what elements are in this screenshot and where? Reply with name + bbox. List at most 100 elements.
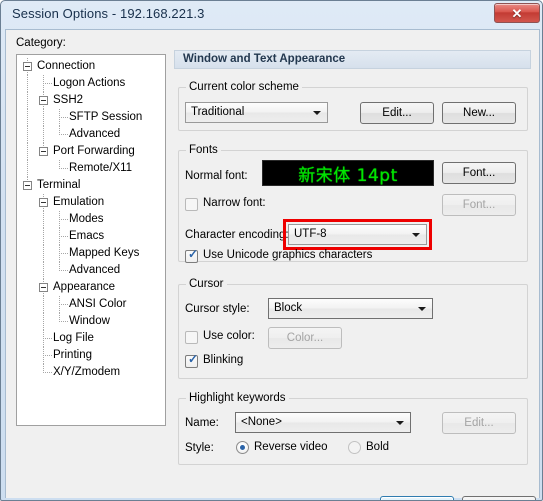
tree-guide-line [43, 355, 52, 356]
sidebar-item-advanced[interactable]: Advanced [17, 262, 165, 279]
character-encoding-select[interactable]: UTF-8 [288, 224, 427, 245]
sidebar-item-label: Emacs [69, 230, 105, 242]
tree-guide-line [27, 143, 28, 160]
sidebar-item-ansi-color[interactable]: ANSI Color [17, 296, 165, 313]
sidebar-item-log-file[interactable]: Log File [17, 330, 165, 347]
character-encoding-label: Character encoding: [185, 229, 289, 241]
close-icon: ✕ [511, 5, 523, 21]
color-scheme-new-button[interactable]: New... [442, 102, 516, 124]
sidebar-item-mapped-keys[interactable]: Mapped Keys [17, 245, 165, 262]
check-icon: ✓ [188, 247, 199, 261]
tree-expander-minus-icon[interactable] [23, 62, 32, 71]
use-unicode-graphics-checkbox[interactable]: ✓ [185, 247, 199, 263]
chevron-down-icon [412, 233, 420, 237]
color-scheme-select[interactable]: Traditional [185, 102, 328, 123]
tree-expander-minus-icon[interactable] [23, 181, 32, 190]
sidebar-item-label: Advanced [69, 128, 121, 140]
chevron-down-icon [418, 307, 426, 311]
normal-font-label: Normal font: [185, 170, 248, 182]
tree-guide-line [43, 245, 44, 262]
blinking-label: Blinking [203, 354, 244, 366]
tree-guide-line [27, 160, 28, 177]
tree-guide-line [43, 126, 44, 143]
tree-guide-line [43, 228, 44, 245]
sidebar-item-emulation[interactable]: Emulation [17, 194, 165, 211]
sidebar-item-label: SSH2 [53, 94, 84, 106]
sidebar-item-label: Printing [53, 349, 92, 361]
sidebar-item-connection[interactable]: Connection [17, 58, 165, 75]
sidebar-item-logon-actions[interactable]: Logon Actions [17, 75, 165, 92]
tree-guide-line [27, 109, 28, 126]
color-scheme-edit-button[interactable]: Edit... [360, 102, 434, 124]
highlight-name-select[interactable]: <None> [235, 412, 411, 433]
pane-header-title: Window and Text Appearance [183, 53, 346, 65]
reverse-video-radio[interactable] [236, 441, 249, 454]
use-color-checkbox[interactable] [185, 331, 198, 344]
tree-expander-minus-icon[interactable] [39, 283, 48, 292]
sidebar-item-terminal[interactable]: Terminal [17, 177, 165, 194]
sidebar-item-label: Appearance [53, 281, 116, 293]
tree-guide-line [43, 338, 52, 339]
normal-font-preview: 新宋体 14pt [262, 160, 434, 186]
tree-guide-line [43, 109, 44, 126]
highlight-edit-button: Edit... [442, 412, 516, 434]
highlight-style-label: Style: [185, 442, 214, 454]
tree-expander-minus-icon[interactable] [39, 147, 48, 156]
sidebar-item-advanced[interactable]: Advanced [17, 126, 165, 143]
sidebar-item-label: Connection [37, 60, 96, 72]
tree-guide-line [59, 304, 68, 305]
sidebar-item-window[interactable]: Window [17, 313, 165, 330]
sidebar-item-label: Terminal [37, 179, 81, 191]
normal-font-button[interactable]: Font... [442, 162, 516, 184]
sidebar-item-x-y-zmodem[interactable]: X/Y/Zmodem [17, 364, 165, 381]
check-icon: ✓ [188, 352, 199, 366]
sidebar-item-sftp-session[interactable]: SFTP Session [17, 109, 165, 126]
radio-dot-icon [240, 445, 245, 450]
use-color-label: Use color: [203, 330, 255, 342]
cursor-color-button: Color... [268, 327, 342, 349]
narrow-font-checkbox[interactable] [185, 198, 198, 211]
tree-expander-minus-icon[interactable] [39, 198, 48, 207]
narrow-font-button: Font... [442, 194, 516, 216]
sidebar-item-emacs[interactable]: Emacs [17, 228, 165, 245]
sidebar-item-label: ANSI Color [69, 298, 127, 310]
tree-expander-minus-icon[interactable] [39, 96, 48, 105]
cancel-button[interactable]: Cancel [462, 496, 536, 500]
title-bar: Session Options - 192.168.221.3 ✕ [1, 1, 542, 29]
sidebar-item-label: Logon Actions [53, 77, 126, 89]
sidebar-item-label: Port Forwarding [53, 145, 135, 157]
cursor-style-value: Block [274, 302, 303, 314]
sidebar-item-label: Mapped Keys [69, 247, 140, 259]
close-button[interactable]: ✕ [494, 3, 540, 23]
session-options-dialog: Session Options - 192.168.221.3 ✕ Catego… [0, 0, 543, 501]
reverse-video-label: Reverse video [254, 441, 328, 453]
bold-label: Bold [366, 441, 390, 453]
settings-pane: Window and Text Appearance Current color… [174, 50, 531, 465]
sidebar-item-remote-x11[interactable]: Remote/X11 [17, 160, 165, 177]
highlight-name-label: Name: [185, 417, 219, 429]
sidebar-item-printing[interactable]: Printing [17, 347, 165, 364]
category-label: Category: [16, 37, 66, 49]
tree-guide-line [27, 126, 28, 143]
sidebar-item-modes[interactable]: Modes [17, 211, 165, 228]
sidebar-item-label: Window [69, 315, 110, 327]
chevron-down-icon [313, 111, 321, 115]
color-scheme-group-title: Current color scheme [186, 81, 302, 93]
sidebar-item-ssh2[interactable]: SSH2 [17, 92, 165, 109]
tree-guide-line [59, 219, 68, 220]
highlight-name-value: <None> [241, 416, 282, 428]
sidebar-item-appearance[interactable]: Appearance [17, 279, 165, 296]
blinking-checkbox[interactable]: ✓ [185, 352, 199, 368]
tree-guide-line [59, 134, 68, 135]
tree-guide-line [59, 236, 68, 237]
sidebar-item-port-forwarding[interactable]: Port Forwarding [17, 143, 165, 160]
bold-radio[interactable] [348, 441, 361, 454]
tree-guide-line [43, 262, 44, 279]
sidebar-item-label: Modes [69, 213, 104, 225]
sidebar-item-label: X/Y/Zmodem [53, 366, 121, 378]
window-title: Session Options - 192.168.221.3 [12, 6, 205, 21]
ok-button[interactable]: OK [380, 496, 454, 500]
cursor-style-select[interactable]: Block [268, 298, 433, 319]
category-tree[interactable]: Connection Logon Actions SSH2 SFTP Session A… [16, 54, 166, 426]
pane-header: Window and Text Appearance [174, 50, 531, 69]
